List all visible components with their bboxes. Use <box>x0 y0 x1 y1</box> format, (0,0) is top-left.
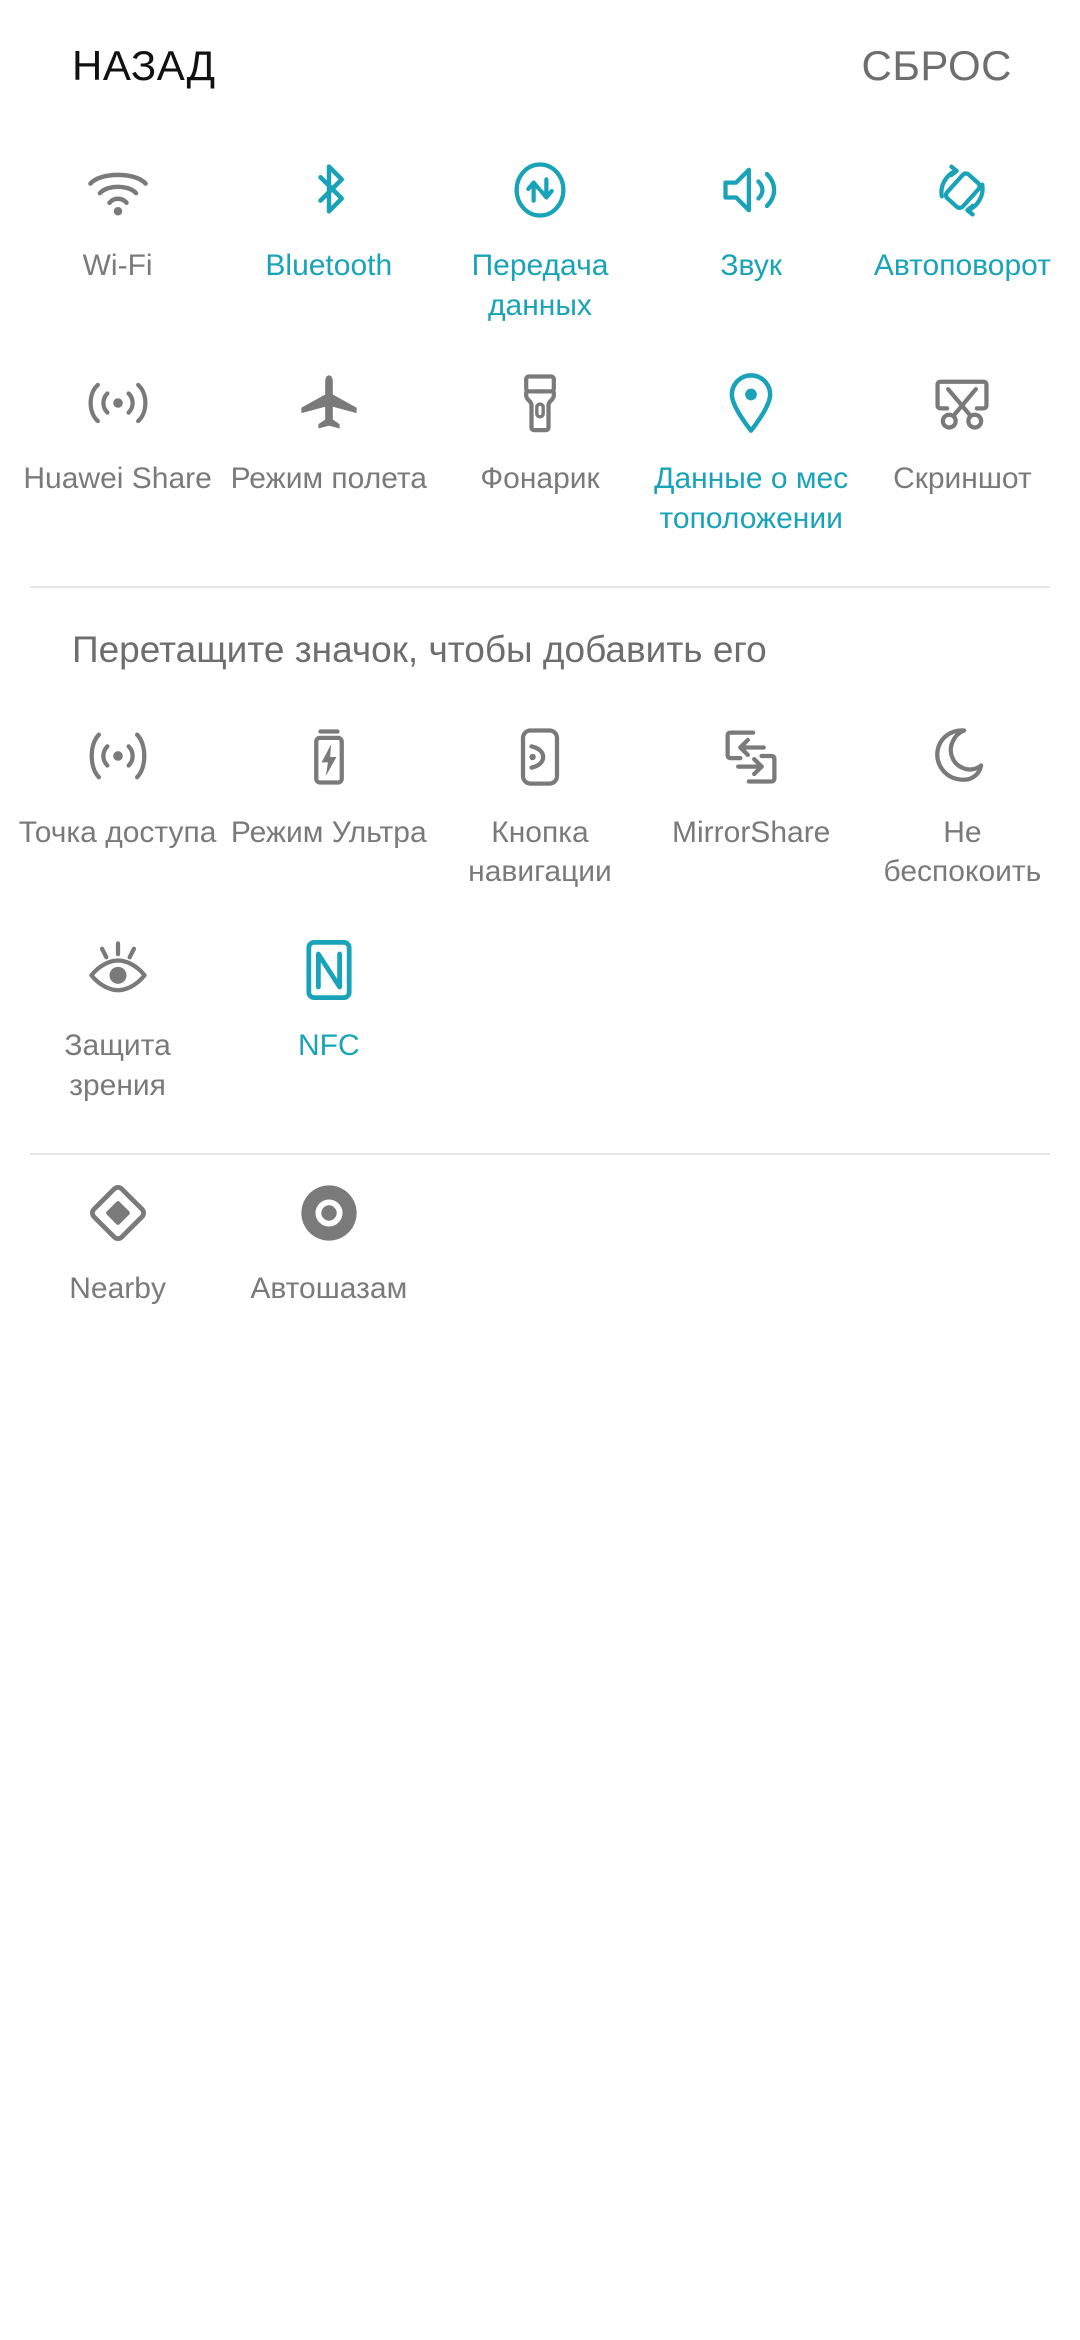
tile-label: MirrorShare <box>672 815 831 849</box>
tile-label: Передача данных <box>471 249 609 322</box>
tile-location[interactable]: Данные о мес тоположении <box>646 345 857 558</box>
app-shortcuts-section: Nearby Автошазам <box>0 1155 1080 1339</box>
tile-wifi[interactable]: Wi-Fi <box>12 132 223 306</box>
tile-label: Защита зрения <box>64 1028 171 1102</box>
quick-settings-editor-screen: НАЗАД СБРОС Wi-Fi Bluetooth Передача дан… <box>0 0 1080 2340</box>
wifi-icon <box>82 154 154 226</box>
tile-data-transfer[interactable]: Передача данных <box>434 132 645 345</box>
tile-nfc[interactable]: NFC <box>223 912 434 1086</box>
bluetooth-icon <box>293 154 365 226</box>
tile-label: Huawei Share <box>23 462 212 496</box>
tile-label: NFC <box>297 1028 360 1062</box>
tile-label: Кнопка навигации <box>468 815 612 889</box>
tile-label: Wi-Fi <box>82 249 153 282</box>
tile-empty-slot <box>434 1155 645 1197</box>
do-not-disturb-moon-icon <box>926 721 998 793</box>
tile-empty-slot <box>857 1155 1068 1197</box>
tile-auto-shazam[interactable]: Автошазам <box>223 1155 434 1329</box>
active-toggles-section: Wi-Fi Bluetooth Передача данных Звук Авт… <box>0 132 1080 586</box>
tile-hotspot[interactable]: Точка доступа <box>12 699 223 873</box>
tile-huawei-share[interactable]: Huawei Share <box>12 345 223 519</box>
flashlight-icon <box>504 367 576 439</box>
location-pin-icon <box>715 367 787 439</box>
drag-to-add-section: Перетащите значок, чтобы добавить его То… <box>0 588 1080 1153</box>
tile-label: Режим полета <box>230 462 427 496</box>
tile-empty-slot <box>646 1155 857 1197</box>
tile-label: Автоповорот <box>873 249 1051 282</box>
tile-mirror-share[interactable]: MirrorShare <box>646 699 857 873</box>
tile-screenshot[interactable]: Скриншот <box>857 345 1068 519</box>
tile-label: Скриншот <box>893 462 1032 496</box>
mirror-share-icon <box>715 721 787 793</box>
hotspot-icon <box>82 721 154 793</box>
tile-empty-slot <box>434 912 645 954</box>
back-button[interactable]: НАЗАД <box>72 45 216 87</box>
tile-label: Bluetooth <box>265 249 393 282</box>
tile-flashlight[interactable]: Фонарик <box>434 345 645 519</box>
drag-hint-text: Перетащите значок, чтобы добавить его <box>72 629 767 671</box>
tile-label: Не беспокоить <box>883 815 1042 889</box>
tile-label: Nearby <box>69 1272 166 1306</box>
tile-bluetooth[interactable]: Bluetooth <box>223 132 434 306</box>
tile-label: Фонарик <box>480 462 600 496</box>
tile-nearby[interactable]: Nearby <box>12 1155 223 1329</box>
shazam-icon <box>293 1177 365 1249</box>
tile-auto-rotate[interactable]: Автоповорот <box>857 132 1068 306</box>
screenshot-scissors-icon <box>926 367 998 439</box>
eye-comfort-icon <box>82 934 154 1006</box>
tile-label: Режим Ультра <box>230 815 427 849</box>
tile-sound[interactable]: Звук <box>646 132 857 306</box>
tile-empty-slot <box>857 912 1068 954</box>
sound-icon <box>715 154 787 226</box>
tile-airplane-mode[interactable]: Режим полета <box>223 345 434 519</box>
reset-button[interactable]: СБРОС <box>862 45 1012 87</box>
huawei-share-icon <box>82 367 154 439</box>
tile-label: Автошазам <box>250 1272 408 1306</box>
tile-ultra-power-saving[interactable]: Режим Ультра <box>223 699 434 873</box>
nav-button-icon <box>504 721 576 793</box>
tile-label: Звук <box>720 249 782 282</box>
header-bar: НАЗАД СБРОС <box>0 0 1080 132</box>
tile-empty-slot <box>646 912 857 954</box>
airplane-icon <box>293 367 365 439</box>
active-toggles-grid: Wi-Fi Bluetooth Передача данных Звук Авт… <box>0 132 1080 558</box>
tile-nav-button[interactable]: Кнопка навигации <box>434 699 645 912</box>
nearby-diamond-icon <box>82 1177 154 1249</box>
data-transfer-icon <box>504 154 576 226</box>
tile-label: Точка доступа <box>18 815 217 849</box>
tile-eye-comfort[interactable]: Защита зрения <box>12 912 223 1125</box>
app-shortcuts-grid: Nearby Автошазам <box>0 1155 1080 1329</box>
tile-do-not-disturb[interactable]: Не беспокоить <box>857 699 1068 912</box>
drag-to-add-grid: Точка доступа Режим Ультра Кнопка навига… <box>0 699 1080 1125</box>
tile-label: Данные о мес тоположении <box>654 462 849 535</box>
nfc-icon <box>293 934 365 1006</box>
ultra-battery-icon <box>293 721 365 793</box>
page-bottom-space <box>0 1339 1080 2340</box>
auto-rotate-icon <box>926 154 998 226</box>
